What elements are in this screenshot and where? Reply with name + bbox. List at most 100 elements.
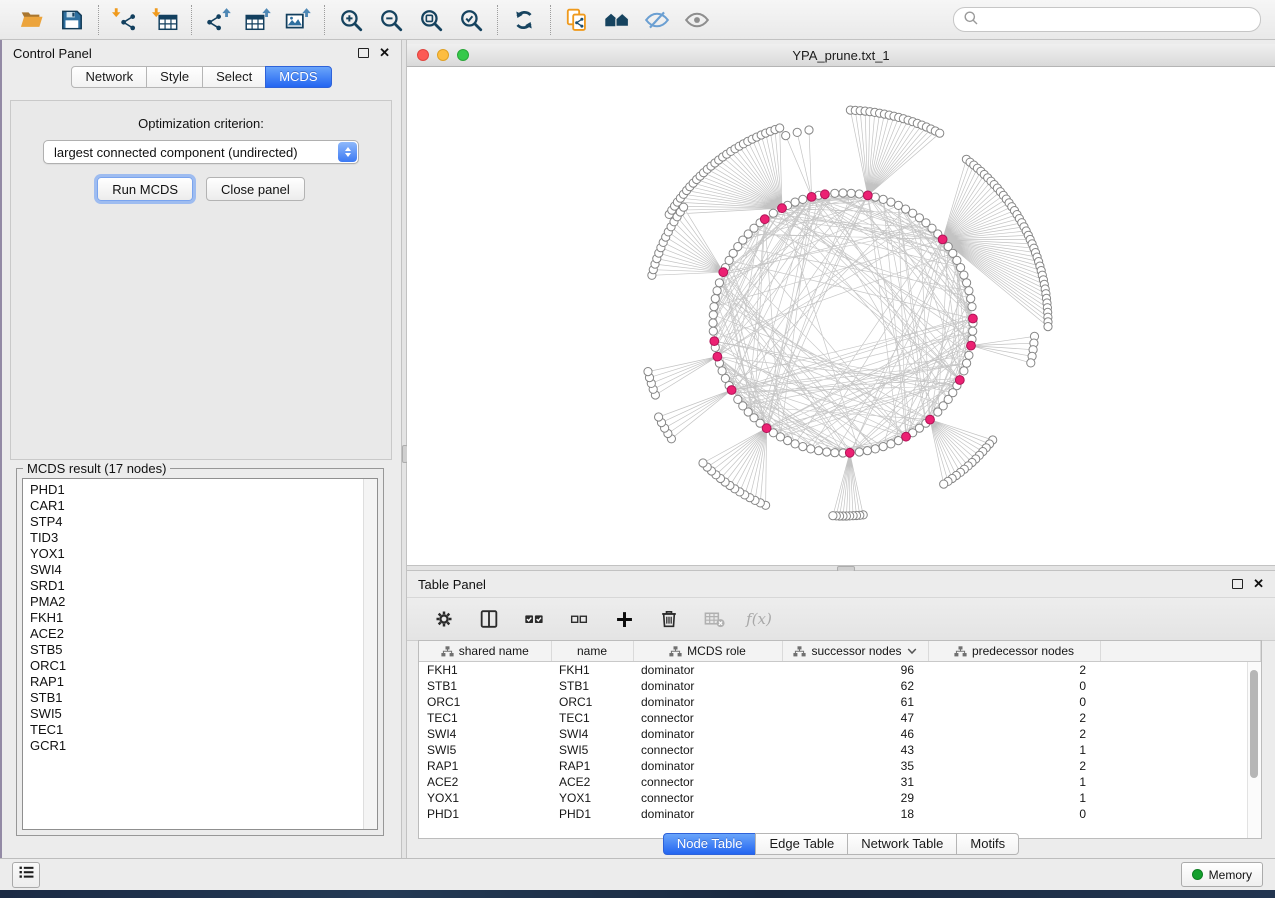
- float-table-panel-icon[interactable]: [1232, 579, 1243, 589]
- memory-button[interactable]: Memory: [1181, 862, 1263, 887]
- optimization-criterion-select[interactable]: largest connected component (undirected): [43, 140, 359, 164]
- network-node[interactable]: [957, 264, 965, 272]
- open-session-button[interactable]: [14, 4, 50, 36]
- network-node[interactable]: [823, 448, 831, 456]
- mcds-result-item[interactable]: PHD1: [30, 482, 361, 498]
- table-row[interactable]: STB1STB1dominator620: [419, 678, 1261, 694]
- network-node[interactable]: [963, 359, 971, 367]
- table-tab-edge-table[interactable]: Edge Table: [755, 833, 848, 855]
- table-tab-network-table[interactable]: Network Table: [847, 833, 957, 855]
- network-node[interactable]: [793, 128, 801, 136]
- deselect-all-rows-button[interactable]: [564, 604, 594, 634]
- network-node[interactable]: [934, 408, 942, 416]
- network-node[interactable]: [721, 374, 729, 382]
- mcds-node[interactable]: [926, 415, 935, 424]
- mcds-node[interactable]: [821, 190, 830, 199]
- zoom-selected-button[interactable]: [453, 4, 489, 36]
- table-scrollbar[interactable]: [1247, 662, 1261, 838]
- mcds-result-item[interactable]: CAR1: [30, 498, 361, 514]
- mcds-result-item[interactable]: YOX1: [30, 546, 361, 562]
- network-node[interactable]: [709, 319, 717, 327]
- network-node[interactable]: [799, 195, 807, 203]
- network-node[interactable]: [887, 198, 895, 206]
- close-panel-icon[interactable]: ✕: [379, 48, 390, 58]
- mcds-result-item[interactable]: RAP1: [30, 674, 361, 690]
- close-table-panel-icon[interactable]: ✕: [1253, 579, 1264, 589]
- mcds-node[interactable]: [719, 268, 728, 277]
- mcds-node[interactable]: [710, 337, 719, 346]
- network-node[interactable]: [782, 132, 790, 140]
- mcds-node[interactable]: [845, 448, 854, 457]
- network-node[interactable]: [1044, 323, 1052, 331]
- network-node[interactable]: [655, 413, 663, 421]
- column-header-predecessor-nodes[interactable]: predecessor nodes: [928, 641, 1100, 662]
- network-node[interactable]: [963, 279, 971, 287]
- select-all-rows-button[interactable]: [519, 604, 549, 634]
- column-header-name[interactable]: name: [551, 641, 633, 662]
- network-node[interactable]: [791, 440, 799, 448]
- search-input[interactable]: [984, 12, 1251, 28]
- network-node[interactable]: [839, 189, 847, 197]
- network-canvas[interactable]: [407, 67, 1275, 565]
- mcds-result-item[interactable]: STB5: [30, 642, 361, 658]
- network-node[interactable]: [718, 367, 726, 375]
- table-row[interactable]: RAP1RAP1dominator352: [419, 758, 1261, 774]
- table-row[interactable]: YOX1YOX1connector291: [419, 790, 1261, 806]
- network-node[interactable]: [709, 327, 717, 335]
- network-node[interactable]: [799, 443, 807, 451]
- network-node[interactable]: [940, 480, 948, 488]
- mcds-node[interactable]: [938, 235, 947, 244]
- mcds-node[interactable]: [902, 432, 911, 441]
- run-mcds-button[interactable]: Run MCDS: [97, 177, 193, 201]
- network-node[interactable]: [776, 124, 784, 132]
- network-node[interactable]: [709, 311, 717, 319]
- tab-mcds[interactable]: MCDS: [265, 66, 331, 88]
- network-node[interactable]: [710, 303, 718, 311]
- network-node[interactable]: [711, 295, 719, 303]
- column-header-MCDS-role[interactable]: MCDS role: [633, 641, 782, 662]
- first-neighbors-button[interactable]: [599, 4, 635, 36]
- mcds-result-item[interactable]: STP4: [30, 514, 361, 530]
- tab-style[interactable]: Style: [146, 66, 203, 88]
- network-node[interactable]: [829, 512, 837, 520]
- network-graph[interactable]: [407, 67, 1275, 565]
- mcds-node[interactable]: [863, 191, 872, 200]
- column-pane-button[interactable]: [474, 604, 504, 634]
- column-header-successor-nodes[interactable]: successor nodes: [782, 641, 928, 662]
- network-node[interactable]: [965, 351, 973, 359]
- table-scrollbar-thumb[interactable]: [1250, 670, 1258, 778]
- task-history-button[interactable]: [12, 862, 40, 888]
- network-node[interactable]: [879, 195, 887, 203]
- show-all-button[interactable]: [679, 4, 715, 36]
- search-box[interactable]: [953, 7, 1261, 32]
- network-node[interactable]: [815, 447, 823, 455]
- import-network-button[interactable]: [107, 4, 143, 36]
- tab-network[interactable]: Network: [71, 66, 147, 88]
- mcds-result-item[interactable]: FKH1: [30, 610, 361, 626]
- refresh-view-button[interactable]: [506, 4, 542, 36]
- network-node[interactable]: [960, 271, 968, 279]
- mcds-result-item[interactable]: GCR1: [30, 738, 361, 754]
- export-network-button[interactable]: [200, 4, 236, 36]
- table-row[interactable]: FKH1FKH1dominator962: [419, 662, 1261, 679]
- network-node[interactable]: [879, 443, 887, 451]
- network-node[interactable]: [855, 448, 863, 456]
- network-node[interactable]: [831, 449, 839, 457]
- network-node[interactable]: [713, 287, 721, 295]
- mcds-node[interactable]: [713, 352, 722, 361]
- column-header-shared-name[interactable]: shared name: [419, 641, 551, 662]
- zoom-in-button[interactable]: [333, 4, 369, 36]
- network-node[interactable]: [791, 198, 799, 206]
- network-node[interactable]: [644, 368, 652, 376]
- mcds-node[interactable]: [807, 193, 816, 202]
- network-node[interactable]: [699, 459, 707, 467]
- table-row[interactable]: ACE2ACE2connector311: [419, 774, 1261, 790]
- network-node[interactable]: [680, 203, 688, 211]
- save-session-button[interactable]: [54, 4, 90, 36]
- mcds-node[interactable]: [727, 386, 736, 395]
- table-row[interactable]: SWI4SWI4dominator462: [419, 726, 1261, 742]
- mcds-result-item[interactable]: ORC1: [30, 658, 361, 674]
- network-node[interactable]: [807, 445, 815, 453]
- delete-column-button[interactable]: [654, 604, 684, 634]
- table-row[interactable]: ORC1ORC1dominator610: [419, 694, 1261, 710]
